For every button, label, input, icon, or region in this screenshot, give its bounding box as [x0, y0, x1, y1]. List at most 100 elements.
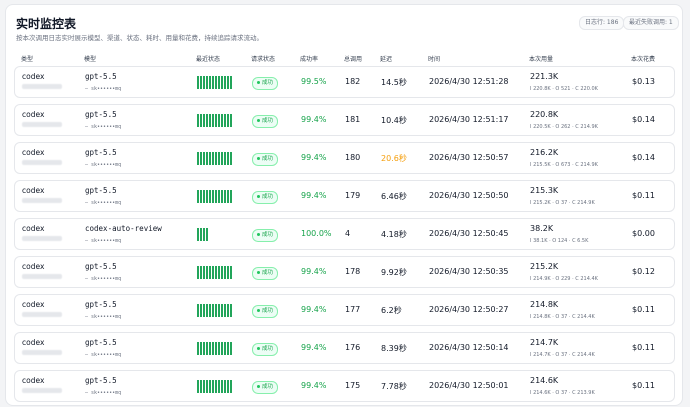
table-row[interactable]: codex gpt-5.5 — sk••••••mq 成功 99.4% 176 8.39秒 2…: [14, 332, 675, 364]
table-row[interactable]: codex gpt-5.5 — sk••••••mq 成功 99.4% 179 6.46秒 2…: [14, 180, 675, 212]
row-total-calls: 180: [345, 153, 361, 162]
table-row[interactable]: codex gpt-5.5 — sk••••••mq 成功 99.5% 182 14.5秒 2…: [14, 66, 675, 98]
status-bar: [199, 190, 202, 203]
status-bar: [214, 266, 217, 279]
status-bar: [205, 304, 208, 317]
row-type: codex: [22, 376, 45, 385]
row-key: — sk••••••mq: [85, 200, 122, 206]
status-bar: [211, 190, 214, 203]
table-row[interactable]: codex codex-auto-review — sk••••••mq 成功 100.…: [14, 218, 675, 250]
row-usage-detail: I 215.5K · O 673 · C 214.9K: [530, 162, 598, 168]
row-usage-detail: I 220.5K · O 262 · C 214.9K: [530, 124, 598, 130]
status-bar: [226, 266, 229, 279]
row-usage: 220.8K: [530, 110, 559, 119]
status-dot: [257, 119, 260, 122]
recent-status-bars: [197, 190, 232, 203]
status-bar: [202, 342, 205, 355]
table-row[interactable]: codex gpt-5.5 — sk••••••mq 成功 99.4% 181 10.4秒 2…: [14, 104, 675, 136]
col-usage: 本次用量: [529, 56, 554, 63]
row-total-calls: 175: [345, 381, 361, 390]
table-row[interactable]: codex gpt-5.5 — sk••••••mq 成功 99.4% 178 9.92秒 2…: [14, 256, 675, 288]
status-bar: [202, 114, 205, 127]
row-cost: $0.11: [632, 343, 655, 352]
status-bar: [229, 342, 232, 355]
row-cost: $0.11: [632, 191, 655, 200]
status-bar: [223, 152, 226, 165]
status-bar: [205, 266, 208, 279]
row-total-calls: 179: [345, 191, 361, 200]
row-model: gpt-5.5: [85, 148, 117, 157]
status-bar: [220, 304, 223, 317]
status-bar: [226, 342, 229, 355]
row-cost: $0.11: [632, 305, 655, 314]
status-bar: [214, 190, 217, 203]
status-bar: [229, 266, 232, 279]
row-key: — sk••••••mq: [85, 124, 122, 130]
status-bar: [208, 114, 211, 127]
row-key: — sk••••••mq: [85, 238, 122, 244]
status-bar: [223, 114, 226, 127]
status-bar: [205, 380, 208, 393]
col-model: 模型: [84, 56, 97, 63]
row-model: gpt-5.5: [85, 72, 117, 81]
recent-status-bars: [197, 342, 232, 355]
row-usage-detail: I 38.1K · O 124 · C 6.5K: [530, 238, 589, 244]
status-bar: [229, 152, 232, 165]
row-cost: $0.14: [632, 115, 655, 124]
status-bar: [214, 342, 217, 355]
table-row[interactable]: codex gpt-5.5 — sk••••••mq 成功 99.4% 175 7.78秒 2…: [14, 370, 675, 402]
recent-status-bars: [197, 266, 232, 279]
status-bar: [211, 380, 214, 393]
status-label: 成功: [262, 346, 274, 352]
status-bar: [197, 228, 199, 241]
row-time: 2026/4/30 12:50:14: [429, 343, 509, 352]
status-bar: [217, 76, 220, 89]
row-usage: 221.3K: [530, 72, 559, 81]
redacted-channel: [22, 236, 62, 241]
row-type: codex: [22, 186, 45, 195]
status-badge: 成功: [252, 229, 279, 242]
status-bar: [217, 304, 220, 317]
row-model: gpt-5.5: [85, 376, 117, 385]
status-bar: [223, 304, 226, 317]
status-bar: [217, 380, 220, 393]
row-model: gpt-5.5: [85, 186, 117, 195]
redacted-channel: [22, 198, 62, 203]
row-type: codex: [22, 72, 45, 81]
status-bar: [205, 76, 208, 89]
row-time: 2026/4/30 12:50:50: [429, 191, 509, 200]
status-bar: [208, 380, 211, 393]
status-bar: [197, 304, 199, 317]
status-bar: [211, 342, 214, 355]
status-bar: [197, 76, 199, 89]
table-row[interactable]: codex gpt-5.5 — sk••••••mq 成功 99.4% 180 20.6秒 2…: [14, 142, 675, 174]
table-header: 类型 模型 最近状态 请求状态 成功率 总调用 延迟 时间 本次用量 本次花费: [6, 54, 682, 64]
row-latency: 10.4秒: [381, 116, 407, 125]
status-bar: [202, 152, 205, 165]
row-time: 2026/4/30 12:50:45: [429, 229, 509, 238]
row-cost: $0.11: [632, 381, 655, 390]
row-total-calls: 177: [345, 305, 361, 314]
status-bar: [223, 342, 226, 355]
col-recent-status: 最近状态: [196, 56, 221, 63]
row-type: codex: [22, 262, 45, 271]
status-bar: [217, 342, 220, 355]
status-label: 成功: [262, 156, 274, 162]
status-dot: [257, 81, 260, 84]
status-label: 成功: [262, 232, 274, 238]
col-success-rate: 成功率: [300, 56, 319, 63]
row-usage: 38.2K: [530, 224, 554, 233]
col-request-status: 请求状态: [251, 56, 276, 63]
status-label: 成功: [262, 308, 274, 314]
status-bar: [226, 380, 229, 393]
row-model: gpt-5.5: [85, 338, 117, 347]
row-usage: 214.6K: [530, 376, 559, 385]
status-bar: [197, 190, 199, 203]
status-bar: [220, 266, 223, 279]
row-latency: 20.6秒: [381, 154, 407, 163]
row-latency: 8.39秒: [381, 344, 407, 353]
status-bar: [223, 266, 226, 279]
status-bar: [211, 266, 214, 279]
table-row[interactable]: codex gpt-5.5 — sk••••••mq 成功 99.4% 177 6.2秒 20…: [14, 294, 675, 326]
status-bar: [226, 190, 229, 203]
